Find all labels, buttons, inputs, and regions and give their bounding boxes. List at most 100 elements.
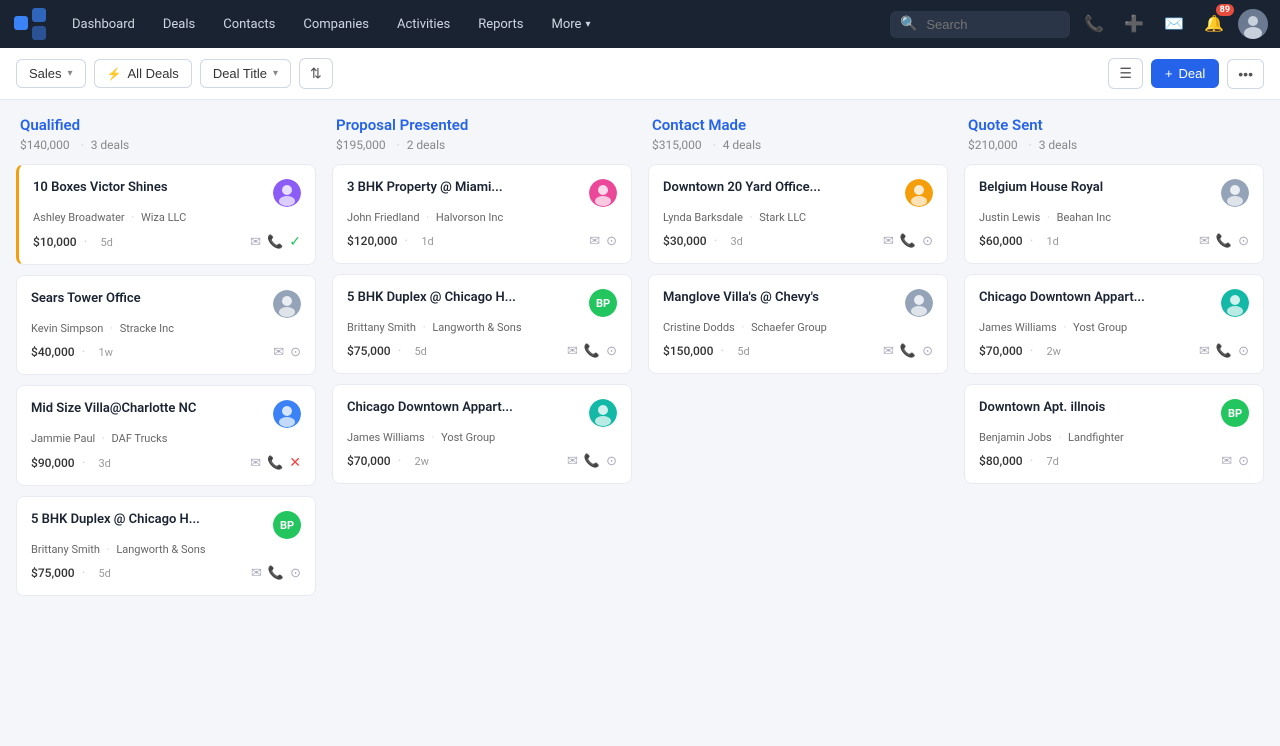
sort-button[interactable]: Deal Title ▾ [200,59,291,88]
email-icon[interactable]: ✉ [1199,234,1210,249]
card-amount: $30,000 [663,234,707,248]
more-icon[interactable]: ⊙ [606,234,617,249]
more-icon[interactable]: ⊙ [1238,234,1249,249]
list-view-button[interactable]: ☰ [1108,58,1143,89]
card-amount: $40,000 [31,345,75,359]
card-person: Kevin Simpson · Stracke Inc [31,322,301,335]
nav-dashboard[interactable]: Dashboard [60,11,147,38]
toolbar: Sales ▾ ⚡ All Deals Deal Title ▾ ⇅ ☰ + D… [0,48,1280,100]
deal-card-c1[interactable]: Downtown 20 Yard Office... Lynda Barksda… [648,164,948,264]
phone-icon[interactable]: 📞 [1216,344,1232,359]
company-name: Langworth & Sons [432,321,521,334]
more-icon[interactable]: ⊙ [1238,454,1249,469]
card-avatar [589,179,617,207]
deal-card-p3[interactable]: Chicago Downtown Appart... James William… [332,384,632,484]
deal-card-q4[interactable]: 5 BHK Duplex @ Chicago H... BP Brittany … [16,496,316,596]
email-icon[interactable]: ✉ [567,454,578,469]
more-icon[interactable]: ⊙ [290,345,301,360]
nav-reports[interactable]: Reports [466,11,535,38]
email-icon[interactable]: ✉ [250,235,261,250]
status-green-icon: ✓ [289,234,301,250]
email-icon[interactable]: ✉ [273,345,284,360]
phone-icon[interactable]: 📞 [584,454,600,469]
deal-card-q3[interactable]: Mid Size Villa@Charlotte NC Jammie Paul … [16,385,316,486]
column-meta-quote-sent: $210,000 · 3 deals [968,138,1260,152]
phone-icon[interactable]: 📞 [584,344,600,359]
person-name: Ashley Broadwater [33,211,125,224]
email-icon[interactable]: ✉ [251,566,262,581]
more-options-button[interactable]: ••• [1227,59,1264,89]
toolbar-right: ☰ + Deal ••• [1108,58,1264,89]
card-footer: $150,000 · 5d ✉📞⊙ [663,344,933,359]
user-avatar[interactable] [1238,9,1268,39]
company-name: Beahan Inc [1057,211,1111,224]
more-icon[interactable]: ⊙ [290,566,301,581]
nav-contacts[interactable]: Contacts [211,11,287,38]
card-title: 5 BHK Duplex @ Chicago H... [31,511,273,529]
card-title: Manglove Villa's @ Chevy's [663,289,905,307]
card-actions: ✉ 📞 ✓ [250,234,301,250]
deal-card-qs1[interactable]: Belgium House Royal Justin Lewis · Beaha… [964,164,1264,264]
notifications-wrap: 🔔 89 [1198,8,1230,40]
deal-card-c2[interactable]: Manglove Villa's @ Chevy's Cristine Dodd… [648,274,948,374]
phone-icon[interactable]: 📞 [900,344,916,359]
card-amount-time: $30,000 · 3d [663,234,743,249]
card-header: Mid Size Villa@Charlotte NC [31,400,301,428]
email-icon[interactable]: ✉ [589,234,600,249]
card-amount: $60,000 [979,234,1023,248]
deal-card-p2[interactable]: 5 BHK Duplex @ Chicago H... BP Brittany … [332,274,632,374]
card-footer: $80,000 · 7d ✉⊙ [979,454,1249,469]
chevron-down-icon: ▾ [273,68,278,79]
sales-filter-button[interactable]: Sales ▾ [16,59,86,88]
column-count: 4 deals [723,138,762,152]
deal-card-q1[interactable]: 10 Boxes Victor Shines Ashley Broadwater… [16,164,316,265]
more-icon[interactable]: ⊙ [1238,344,1249,359]
deal-card-p1[interactable]: 3 BHK Property @ Miami... John Friedland… [332,164,632,264]
card-title: Chicago Downtown Appart... [979,289,1221,307]
company-name: Yost Group [1073,321,1127,334]
card-actions: ✉ 📞 ⊙ [251,566,301,581]
nav-more[interactable]: More ▾ [540,11,603,38]
column-meta-qualified: $140,000 · 3 deals [20,138,312,152]
card-person: Brittany Smith · Langworth & Sons [347,321,617,334]
more-icon[interactable]: ⊙ [922,344,933,359]
phone-icon[interactable]: 📞 [268,566,284,581]
add-button[interactable]: ➕ [1118,8,1150,40]
more-icon[interactable]: ⊙ [606,454,617,469]
email-icon[interactable]: ✉ [1199,344,1210,359]
person-name: Justin Lewis [979,211,1040,224]
person-name: James Williams [979,321,1057,334]
card-avatar: BP [1221,399,1249,427]
card-actions: ✉ 📞 ⊙ [1199,234,1249,249]
card-footer: $75,000 · 5d ✉📞⊙ [347,344,617,359]
nav-companies[interactable]: Companies [291,11,381,38]
nav-activities[interactable]: Activities [385,11,462,38]
search-wrap: 🔍 [890,11,1070,38]
email-icon[interactable]: ✉ [1221,454,1232,469]
person-name: Jammie Paul [31,432,95,445]
email-icon[interactable]: ✉ [883,234,894,249]
more-icon[interactable]: ⊙ [922,234,933,249]
sort-order-button[interactable]: ⇅ [299,58,333,89]
more-icon[interactable]: ⊙ [606,344,617,359]
mail-button[interactable]: ✉️ [1158,8,1190,40]
person-name: Benjamin Jobs [979,431,1052,444]
email-icon[interactable]: ✉ [250,456,261,471]
nav-deals[interactable]: Deals [151,11,207,38]
email-icon[interactable]: ✉ [883,344,894,359]
phone-icon[interactable]: 📞 [900,234,916,249]
column-amount: $140,000 [20,138,70,152]
add-deal-button[interactable]: + Deal [1151,59,1219,88]
deal-card-q2[interactable]: Sears Tower Office Kevin Simpson · Strac… [16,275,316,375]
phone-icon[interactable]: 📞 [267,235,283,250]
deal-card-qs3[interactable]: Downtown Apt. illnois BP Benjamin Jobs ·… [964,384,1264,484]
card-amount: $10,000 [33,235,77,249]
phone-button[interactable]: 📞 [1078,8,1110,40]
card-person: Jammie Paul · DAF Trucks [31,432,301,445]
email-icon[interactable]: ✉ [567,344,578,359]
all-deals-filter-button[interactable]: ⚡ All Deals [94,59,192,88]
phone-icon[interactable]: 📞 [267,456,283,471]
phone-icon[interactable]: 📞 [1216,234,1232,249]
card-header: Downtown 20 Yard Office... [663,179,933,207]
deal-card-qs2[interactable]: Chicago Downtown Appart... James William… [964,274,1264,374]
